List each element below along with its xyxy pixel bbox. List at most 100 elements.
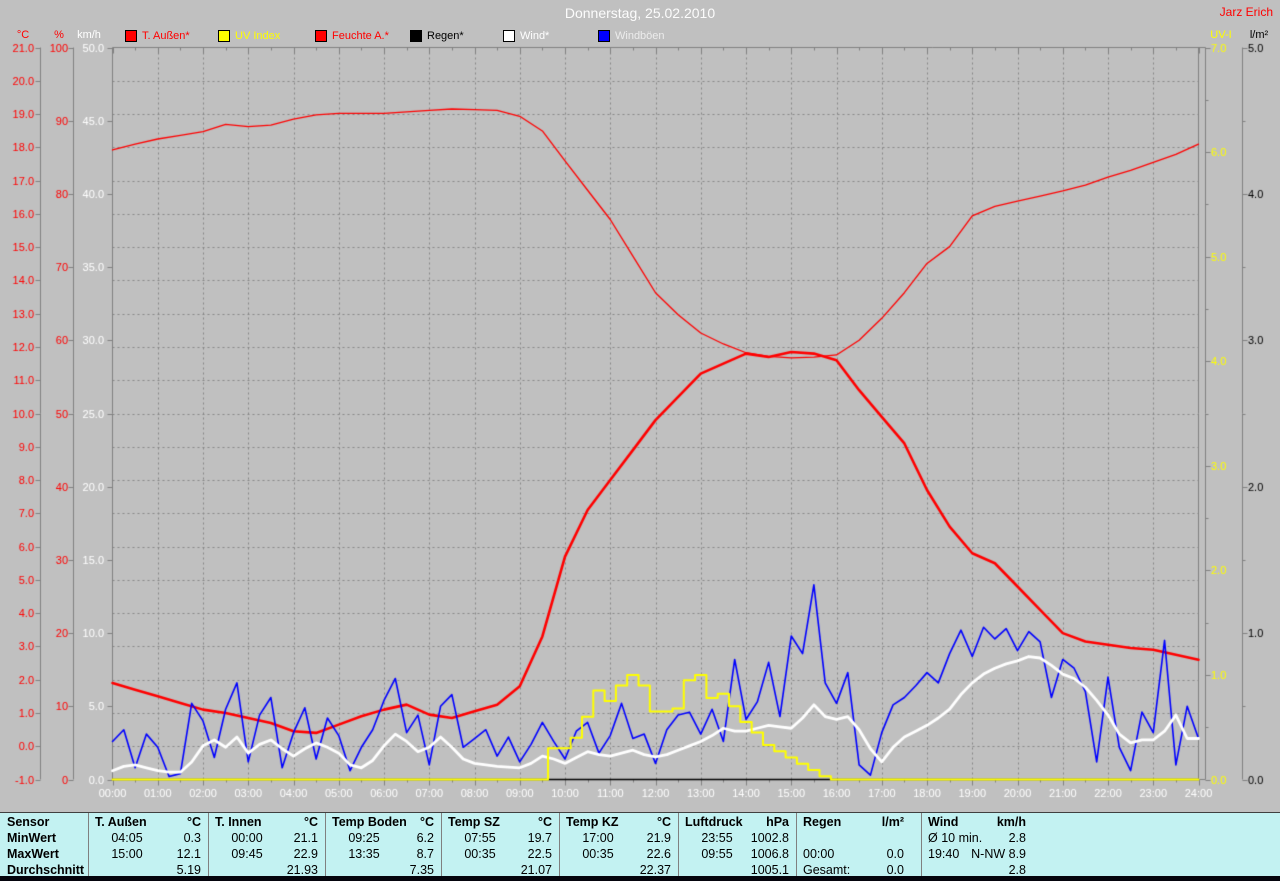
table-group-header: Wind km/h	[921, 814, 1280, 830]
cell-value: N-NW 8.9	[971, 847, 1026, 861]
legend-label: Windböen	[615, 30, 665, 42]
table-column-t-au-en: T. Außen °C 04:05 0.3 15:00 12.1 5.19	[88, 813, 208, 877]
axis-header-pct: %	[54, 29, 64, 41]
cell-value: 21.93	[286, 863, 318, 877]
cell-value: 22.5	[527, 847, 552, 861]
cell-value: 22.37	[639, 863, 671, 877]
legend-item: Feuchte A.*	[315, 30, 389, 42]
table-column-t-innen: T. Innen °C 00:00 21.1 09:45 22.9 21.93	[208, 813, 325, 877]
legend-swatch-icon	[503, 30, 515, 42]
axis-header-kmh: km/h	[77, 29, 101, 41]
table-column-regen: Regen l/m² 00:00 0.0 Gesamt: 0.0	[796, 813, 921, 877]
table-data-row: 00:00 21.1	[208, 830, 325, 846]
table-data-row: 15:00 12.1	[88, 846, 208, 862]
legend-swatch-icon	[598, 30, 610, 42]
cell-value: 19.7	[527, 831, 552, 845]
table-data-row: Ø 10 min. 2.8	[921, 830, 1280, 846]
table-column-luftdruck: Luftdruck hPa 23:55 1002.8 09:55 1006.8 1005.1	[678, 813, 796, 877]
cell-value: 2.8	[1008, 831, 1026, 845]
table-data-row	[796, 830, 921, 846]
table-group-header: T. Innen °C	[208, 814, 325, 830]
cell-value: 2.8	[1008, 863, 1026, 877]
cell-value: 0.0	[886, 847, 904, 861]
cell-value: 8.7	[416, 847, 434, 861]
cell-value: 21.07	[520, 863, 552, 877]
table-data-row: 04:05 0.3	[88, 830, 208, 846]
axis-header-uvi: UV-I	[1210, 29, 1232, 41]
row-label-text: Sensor	[7, 815, 50, 829]
legend-label: Regen*	[427, 30, 464, 42]
table-group-header: Temp KZ °C	[559, 814, 678, 830]
table-data-row: 09:25 6.2	[325, 830, 441, 846]
legend-swatch-icon	[125, 30, 137, 42]
cell-value: 7.35	[409, 863, 434, 877]
cell-value: 1005.1	[750, 863, 789, 877]
legend-swatch-icon	[315, 30, 327, 42]
table-column-temp-sz: Temp SZ °C 07:55 19.7 00:35 22.5 21.07	[441, 813, 559, 877]
table-group-header: T. Außen °C	[88, 814, 208, 830]
page-title: Donnerstag, 25.02.2010	[564, 5, 716, 21]
legend-item: T. Außen*	[125, 30, 190, 42]
column-unit-text: km/h	[996, 815, 1026, 829]
table-column-wind: Wind km/h Ø 10 min. 2.8 19:40 N-NW 8.9 2.8	[921, 813, 1280, 877]
legend-swatch-icon	[410, 30, 422, 42]
legend-label: Wind*	[520, 30, 550, 42]
cell-value: 12.1	[176, 847, 201, 861]
column-unit-text: °C	[537, 815, 552, 829]
watermark-owner-name: Jarz Erich	[1219, 5, 1273, 19]
axis-header-degC: °C	[16, 29, 30, 41]
column-unit-text: °C	[303, 815, 318, 829]
table-column-temp-boden: Temp Boden °C 09:25 6.2 13:35 8.7 7.35	[325, 813, 441, 877]
table-row-label: MinWert	[0, 830, 88, 846]
axis-header-lm2: l/m²	[1249, 29, 1269, 41]
legend-item: Windböen	[598, 30, 665, 42]
cell-value: 21.1	[293, 831, 318, 845]
table-data-row: 09:55 1006.8	[678, 846, 796, 862]
legend-swatch-icon	[218, 30, 230, 42]
column-unit-text: °C	[186, 815, 201, 829]
cell-value: 1006.8	[750, 847, 789, 861]
table-data-row: 07:55 19.7	[441, 830, 559, 846]
row-label-text: Durchschnitt	[7, 863, 85, 877]
table-data-row: 19:40 N-NW 8.9	[921, 846, 1280, 862]
row-label-text: MinWert	[7, 831, 57, 845]
table-data-row: 09:45 22.9	[208, 846, 325, 862]
cell-value: 0.0	[886, 863, 904, 877]
row-label-text: MaxWert	[7, 847, 59, 861]
cell-value: 0.3	[183, 831, 201, 845]
cell-value: 5.19	[176, 863, 201, 877]
cell-value: 22.6	[646, 847, 671, 861]
table-data-row: 17:00 21.9	[559, 830, 678, 846]
table-column-sensor: Sensor MinWert MaxWert Durchschnitt	[0, 813, 88, 877]
legend-item: UV Index	[218, 30, 280, 42]
table-row-label: MaxWert	[0, 846, 88, 862]
column-unit-text: l/m²	[881, 815, 904, 829]
weather-app-window: Donnerstag, 25.02.2010 Jarz Erich T. Auß…	[0, 0, 1280, 881]
table-data-row: 00:35 22.6	[559, 846, 678, 862]
legend-item: Regen*	[410, 30, 464, 42]
legend-label: UV Index	[235, 30, 281, 42]
legend-label: T. Außen*	[142, 30, 190, 42]
cell-value: 22.9	[293, 847, 318, 861]
table-row-label: Sensor	[0, 814, 88, 830]
column-unit-text: °C	[419, 815, 434, 829]
table-group-header: Temp SZ °C	[441, 814, 559, 830]
window-bottom-edge	[0, 876, 1280, 881]
weather-day-chart	[0, 0, 1280, 812]
cell-value: 6.2	[416, 831, 434, 845]
column-unit-text: °C	[656, 815, 671, 829]
table-group-header: Regen l/m²	[796, 814, 921, 830]
legend-label: Feuchte A.*	[332, 30, 389, 42]
table-group-header: Luftdruck hPa	[678, 814, 796, 830]
cell-value: 1002.8	[750, 831, 789, 845]
table-column-temp-kz: Temp KZ °C 17:00 21.9 00:35 22.6 22.37	[559, 813, 678, 877]
table-group-header: Temp Boden °C	[325, 814, 441, 830]
table-data-row: 23:55 1002.8	[678, 830, 796, 846]
statistics-table: Sensor MinWert MaxWert Durchschnitt T. Außen…	[0, 812, 1280, 877]
column-unit-text: hPa	[766, 815, 789, 829]
table-data-row: 00:35 22.5	[441, 846, 559, 862]
table-data-row: 13:35 8.7	[325, 846, 441, 862]
cell-value: 21.9	[646, 831, 671, 845]
table-data-row: 00:00 0.0	[796, 846, 921, 862]
legend-item: Wind*	[503, 30, 549, 42]
